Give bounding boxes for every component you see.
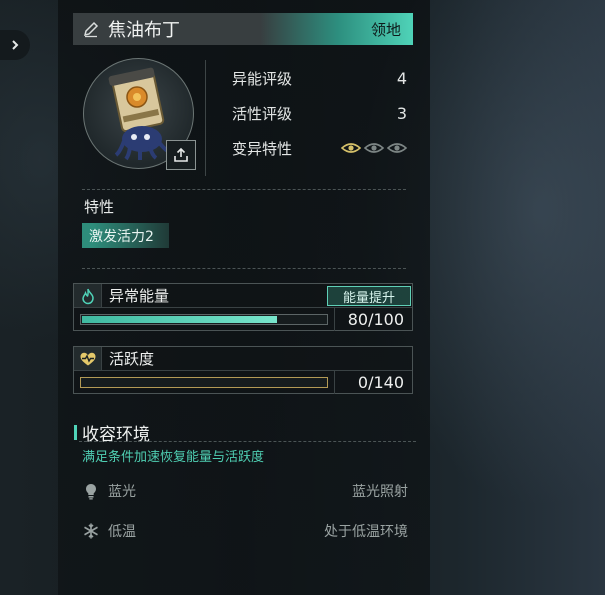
containment-subtitle: 满足条件加速恢复能量与活跃度 <box>82 450 265 465</box>
trait-badge[interactable]: 激发活力2 <box>82 223 169 248</box>
eye-icon-active <box>341 143 361 153</box>
env-name: 蓝光 <box>108 484 136 500</box>
stat-mutation: 变异特性 <box>232 137 407 159</box>
env-row-blue-light: 蓝光 蓝光照射 <box>82 481 408 501</box>
eye-icon-inactive <box>387 143 407 153</box>
env-condition: 处于低温环境 <box>324 524 408 540</box>
collapse-tab[interactable] <box>0 30 30 60</box>
heartbeat-icon <box>80 352 95 365</box>
share-icon <box>174 147 188 162</box>
stat-ability-rating: 异能评级 4 <box>232 67 407 89</box>
stat-label: 活性评级 <box>232 104 293 123</box>
energy-box: 异常能量 能量提升 80/100 <box>73 283 413 331</box>
energy-bar <box>80 314 328 325</box>
traits-title: 特性 <box>84 198 115 216</box>
share-button[interactable] <box>166 140 196 170</box>
activity-bar <box>80 377 328 388</box>
eye-icon-inactive <box>364 143 384 153</box>
snowflake-icon <box>84 523 98 539</box>
territory-label: 领地 <box>370 20 401 39</box>
accent-mark <box>74 424 77 440</box>
mutation-indicators[interactable] <box>341 141 407 155</box>
stat-label: 变异特性 <box>232 139 293 158</box>
env-condition: 蓝光照射 <box>352 484 408 500</box>
divider <box>79 441 416 442</box>
env-name: 低温 <box>108 524 136 540</box>
stat-value: 4 <box>396 68 407 88</box>
activity-box: 活跃度 0/140 <box>73 346 413 394</box>
energy-title: 异常能量 <box>109 287 170 305</box>
env-row-low-temp: 低温 处于低温环境 <box>82 521 408 541</box>
energy-bar-fill <box>82 316 277 323</box>
pencil-icon[interactable] <box>82 20 100 38</box>
energy-value: 80/100 <box>347 310 404 329</box>
stat-value: 3 <box>396 103 407 123</box>
activity-title: 活跃度 <box>109 350 155 368</box>
divider <box>82 268 406 269</box>
flame-icon <box>81 288 94 304</box>
energy-boost-button[interactable]: 能量提升 <box>327 286 411 306</box>
containment-title: 收容环境 <box>74 422 150 445</box>
anomaly-header: 焦油布丁 领地 <box>73 13 413 45</box>
chevron-right-icon <box>12 40 19 50</box>
lightbulb-icon <box>86 484 96 500</box>
divider <box>205 60 206 176</box>
divider <box>82 189 406 190</box>
activity-value: 0/140 <box>357 373 404 392</box>
stat-activity-rating: 活性评级 3 <box>232 102 407 124</box>
anomaly-name: 焦油布丁 <box>108 20 180 41</box>
stat-label: 异能评级 <box>232 69 293 88</box>
